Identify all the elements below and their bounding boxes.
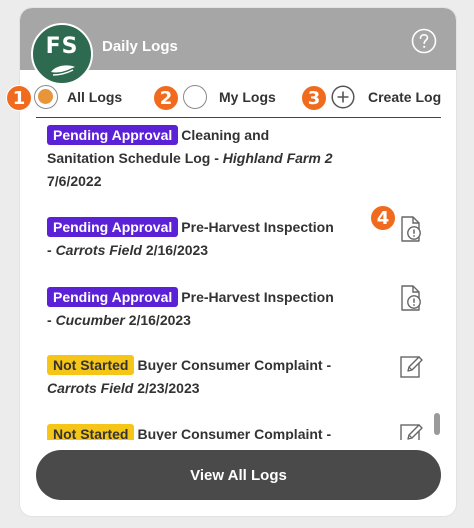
log-title-cont: - xyxy=(47,312,56,328)
log-title: Pre-Harvest Inspection xyxy=(181,219,334,235)
log-item[interactable]: Pending Approval Pre-Harvest Inspection -… xyxy=(47,216,387,262)
create-log-label: Create Log xyxy=(368,89,442,105)
edit-icon[interactable] xyxy=(398,420,424,440)
all-logs-label: All Logs xyxy=(67,89,123,105)
log-title: Cleaning and xyxy=(181,127,270,143)
view-all-logs-button[interactable]: View All Logs xyxy=(36,450,441,500)
log-location: Cucumber xyxy=(55,312,125,328)
plus-circle-icon xyxy=(331,85,355,109)
document-alert-icon[interactable] xyxy=(398,284,424,312)
filter-my-logs[interactable]: My Logs xyxy=(183,78,276,116)
log-item[interactable]: Pending Approval Pre-Harvest Inspection -… xyxy=(47,286,387,332)
log-title-cont: - xyxy=(47,242,56,258)
callout-badge: 1 xyxy=(6,85,32,111)
filter-divider xyxy=(36,117,441,118)
callout-badge: 2 xyxy=(153,85,179,111)
log-location: Highland Farm 2 xyxy=(222,150,333,166)
log-title: Pre-Harvest Inspection xyxy=(181,289,334,305)
widget-title: Daily Logs xyxy=(102,38,178,55)
log-date: 7/6/2022 xyxy=(47,173,102,189)
log-date: 2/16/2023 xyxy=(128,312,191,328)
status-badge: Pending Approval xyxy=(47,125,179,145)
log-location: Carrots Field xyxy=(55,242,142,258)
status-badge: Pending Approval xyxy=(47,287,179,307)
filter-all-logs[interactable]: All Logs xyxy=(34,78,122,116)
list-scrollbar[interactable] xyxy=(434,413,440,435)
status-badge: Not Started xyxy=(47,355,135,375)
callout-badge: 3 xyxy=(301,85,327,111)
log-filter-bar: All Logs My Logs Create Log xyxy=(20,78,456,116)
log-item[interactable]: Not Started Buyer Consumer Complaint - Ca… xyxy=(47,354,387,400)
status-badge: Not Started xyxy=(47,424,135,440)
status-badge: Pending Approval xyxy=(47,217,179,237)
log-date: 2/23/2023 xyxy=(137,380,200,396)
edit-icon[interactable] xyxy=(398,352,424,380)
log-title: Buyer Consumer Complaint - xyxy=(137,426,332,440)
log-location: Carrots Field xyxy=(47,380,134,396)
callout-badge: 4 xyxy=(370,205,396,231)
log-item[interactable]: Pending Approval Cleaning and Sanitation … xyxy=(47,124,387,193)
my-logs-label: My Logs xyxy=(219,89,276,105)
my-logs-radio[interactable] xyxy=(183,85,207,109)
question-circle-icon[interactable] xyxy=(411,28,437,54)
log-list: Pending Approval Cleaning and Sanitation … xyxy=(20,120,456,440)
log-date: 2/16/2023 xyxy=(145,242,209,258)
log-item[interactable]: Not Started Buyer Consumer Complaint - xyxy=(47,423,387,440)
create-log-button[interactable]: Create Log xyxy=(331,78,441,116)
document-alert-icon[interactable] xyxy=(398,215,424,243)
log-title: Buyer Consumer Complaint - xyxy=(137,357,332,373)
logo-text: FS xyxy=(45,34,79,59)
log-title-cont: Sanitation Schedule Log - xyxy=(47,150,223,166)
leaf-icon xyxy=(51,65,75,76)
app-logo: FS xyxy=(31,23,93,85)
daily-logs-widget: Daily Logs FS All Logs My Logs Create Lo… xyxy=(20,8,456,516)
all-logs-radio[interactable] xyxy=(34,85,58,109)
